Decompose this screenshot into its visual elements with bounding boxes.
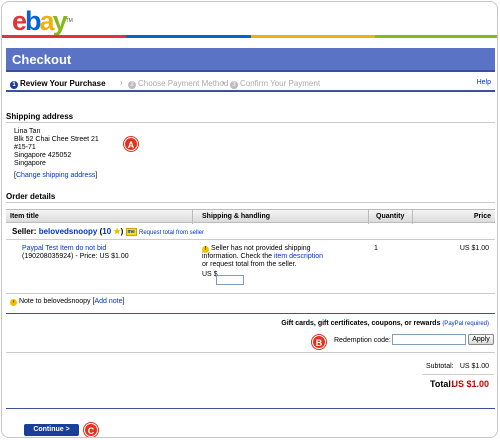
col-quantity: Quantity [376, 213, 405, 220]
shipping-section-title: Shipping address [6, 112, 74, 121]
apply-button[interactable]: Apply [468, 334, 494, 345]
col-shipping: Shipping & handling [202, 213, 271, 220]
change-shipping-link[interactable]: Change shipping address [16, 172, 95, 179]
redemption-code-input[interactable] [392, 334, 466, 345]
callout-c: C [84, 423, 98, 437]
shipping-cost-input[interactable] [216, 275, 244, 285]
me-icon[interactable]: me [125, 228, 137, 236]
seller-name-link[interactable]: belovedsnoopy [39, 227, 98, 236]
brand-color-bar [2, 35, 497, 38]
step-review: 1 Review Your Purchase [10, 79, 106, 89]
ebay-logo[interactable]: ebayTM [12, 6, 73, 36]
note-row: › Note to belovedsnoopy [Add note] [10, 298, 124, 306]
step-number-icon: 1 [10, 81, 18, 89]
divider [422, 374, 494, 375]
continue-button[interactable]: Continue > [24, 424, 79, 436]
add-note-link[interactable]: Add note [94, 298, 122, 305]
col-item-title: Item title [10, 213, 39, 220]
item-quantity: 1 [374, 245, 378, 252]
star-icon: ★ [113, 227, 121, 236]
step-number-icon: 2 [128, 81, 136, 89]
chevron-right-icon: › [120, 78, 123, 87]
divider [6, 122, 495, 123]
subtotal-label: Subtotal: [426, 363, 454, 370]
item-title-link[interactable]: Paypal Test Item do not bid [22, 245, 129, 253]
total-label: Total: [430, 379, 454, 389]
step-indicator: 1 Review Your Purchase › 2 Choose Payment … [6, 76, 495, 92]
total-value: US $1.00 [451, 379, 489, 389]
feedback-score-link[interactable]: 10 [102, 227, 111, 236]
item-description-link[interactable]: item description [274, 253, 323, 260]
note-icon: › [10, 299, 17, 306]
divider [6, 239, 495, 240]
help-link[interactable]: Help [477, 79, 491, 86]
order-item: Paypal Test Item do not bid (19020803592… [22, 245, 129, 261]
chevron-right-icon: › [222, 78, 225, 87]
warning-icon: ! [202, 246, 209, 253]
checkout-header: Checkout [6, 48, 495, 72]
col-price: Price [473, 213, 491, 220]
order-section-title: Order details [6, 192, 56, 201]
redemption-label: Redemption code: [334, 337, 391, 344]
seller-row: Seller: belovedsnoopy (10 ★) me Request … [12, 227, 205, 236]
subtotal-value: US $1.00 [459, 363, 489, 370]
order-table-header: Item title Shipping & handling Quantity … [6, 209, 495, 224]
shipping-info: ! Seller has not provided shipping infor… [202, 245, 324, 278]
divider [6, 202, 495, 203]
step-payment: 2 Choose Payment Method [128, 79, 228, 89]
divider [6, 352, 495, 353]
shipping-address: Lina Tan Blk 52 Chai Chee Street 21 #15-… [14, 128, 99, 179]
divider [6, 293, 495, 294]
step-number-icon: 3 [230, 81, 238, 89]
page-frame: ebayTM Checkout 1 Review Your Purchase › … [1, 1, 498, 438]
item-meta: (190208035924) - Price: US $1.00 [22, 253, 129, 260]
item-price: US $1.00 [459, 245, 489, 252]
divider [6, 313, 495, 314]
callout-b: B [312, 335, 326, 349]
step-confirm: 3 Confirm Your Payment [230, 79, 320, 89]
request-total-link[interactable]: Request total from seller [139, 230, 204, 236]
gift-section: Gift cards, gift certificates, coupons, … [281, 320, 489, 327]
divider [6, 408, 495, 409]
callout-a: A [124, 137, 138, 151]
page-title: Checkout [12, 52, 72, 67]
